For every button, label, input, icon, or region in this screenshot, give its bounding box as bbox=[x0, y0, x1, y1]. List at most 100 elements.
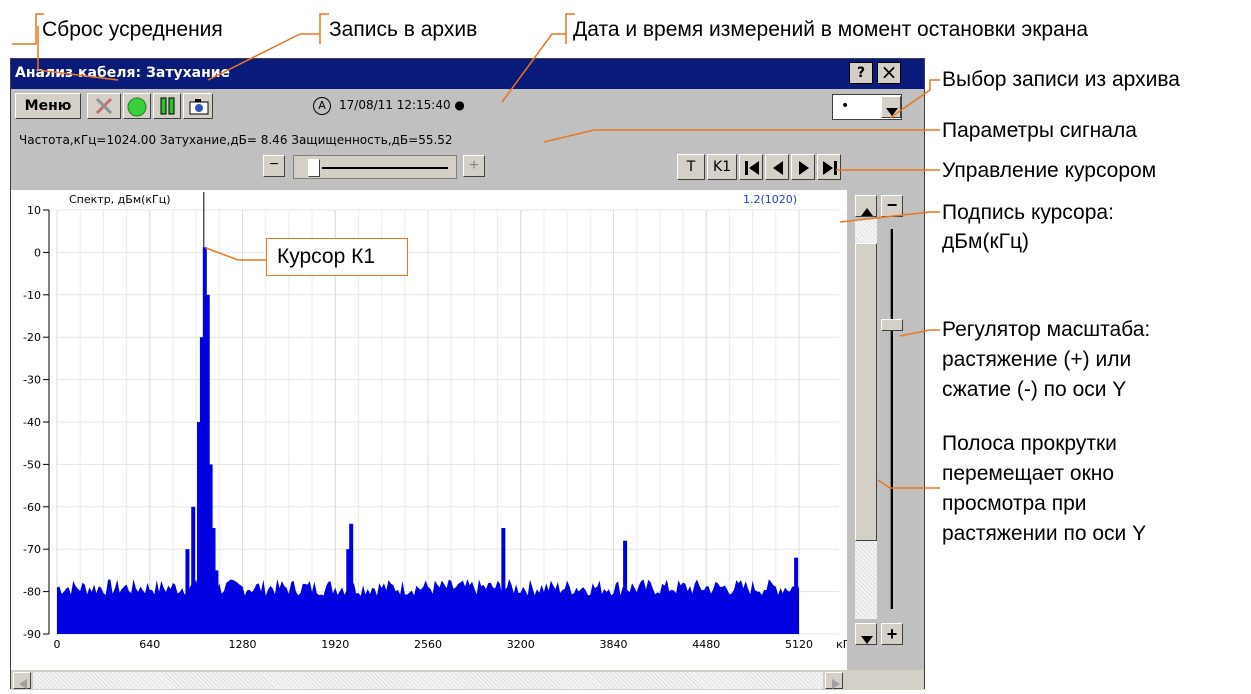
camera-icon bbox=[189, 98, 209, 121]
x-tick-label: 1920 bbox=[321, 638, 349, 651]
scroll-up-button[interactable] bbox=[855, 195, 877, 217]
pause-icon bbox=[159, 97, 177, 120]
vertical-scroll-thumb[interactable] bbox=[855, 243, 877, 541]
y-zoom-slider[interactable] bbox=[881, 219, 903, 619]
menu-button[interactable]: Меню bbox=[15, 93, 81, 119]
mode-indicator: A bbox=[313, 97, 331, 115]
arrow-left-icon bbox=[19, 676, 27, 694]
x-tick-label: 2560 bbox=[414, 638, 442, 651]
x-tick-label: 4480 bbox=[692, 638, 720, 651]
y-tick-label: -40 bbox=[23, 416, 41, 429]
title-bar: Анализ кабеля: Затухание ? × bbox=[11, 59, 924, 89]
horizontal-scrollbar[interactable] bbox=[11, 670, 924, 690]
spectrum-peak-bar bbox=[623, 540, 628, 634]
callout-reset-averaging: Сброс усреднения bbox=[42, 18, 223, 41]
cursor-first-button[interactable] bbox=[739, 154, 763, 180]
callout-cursor-control: Управление курсором bbox=[942, 159, 1157, 182]
chevron-down-icon bbox=[886, 103, 898, 121]
spectrum-peak-bar bbox=[346, 549, 351, 634]
scroll-left-button[interactable] bbox=[13, 672, 31, 689]
cursor-k1-button[interactable]: K1 bbox=[707, 154, 737, 180]
callout-datetime: Дата и время измерений в момент остановк… bbox=[573, 18, 1089, 41]
callout-scroll-4: растяжении по оси Y bbox=[942, 522, 1147, 545]
cursor-value-label: 1.2(1020) bbox=[743, 193, 797, 206]
help-button[interactable]: ? bbox=[849, 62, 873, 84]
skip-end-icon bbox=[823, 161, 837, 180]
spectrum-plot: 10 0 -10 -20 -30 -40 -50 -60 -70 -80 -90 0 640 1280 19… bbox=[11, 190, 857, 670]
callout-scroll-1: Полоса прокрутки bbox=[942, 432, 1117, 455]
k1-callout-box: Курсор К1 bbox=[266, 238, 408, 276]
y-tick-label: -80 bbox=[23, 586, 41, 599]
x-tick-label: 3840 bbox=[600, 638, 628, 651]
x-unit-label: кГц bbox=[836, 638, 847, 651]
cursor-next-button[interactable] bbox=[791, 154, 815, 180]
arrow-right-icon bbox=[799, 161, 809, 180]
x-zoom-out-button[interactable]: − bbox=[263, 155, 285, 177]
y-tick-label: 10 bbox=[27, 204, 41, 217]
cursor-last-button[interactable] bbox=[817, 154, 841, 180]
y-tick-label: -50 bbox=[23, 458, 41, 471]
callout-zoom-1: Регулятор масштаба: bbox=[942, 318, 1151, 341]
cursor-prev-button[interactable] bbox=[765, 154, 789, 180]
x-slider-track bbox=[322, 167, 448, 169]
chart-title: Спектр, дБм(кГц) bbox=[69, 193, 171, 206]
vertical-scrollbar[interactable] bbox=[855, 219, 877, 619]
y-tick-label: -20 bbox=[23, 331, 41, 344]
noise-floor-area bbox=[57, 579, 799, 634]
y-tick-label: -70 bbox=[23, 543, 41, 556]
callout-zoom-2: растяжение (+) или bbox=[942, 348, 1132, 371]
x-tick-label: 5120 bbox=[785, 638, 813, 651]
horizontal-scroll-track[interactable] bbox=[33, 672, 823, 689]
scroll-right-button[interactable] bbox=[825, 672, 843, 689]
callout-zoom-3: сжатие (-) по оси Y bbox=[942, 378, 1127, 401]
x-tick-label: 0 bbox=[54, 638, 61, 651]
callout-archive-save: Запись в архив bbox=[329, 18, 478, 41]
skip-start-icon bbox=[745, 161, 759, 180]
close-button[interactable]: × bbox=[877, 62, 901, 84]
arrow-down-icon bbox=[861, 631, 873, 649]
callout-cursor-label-1: Подпись курсора: bbox=[942, 201, 1114, 224]
arrow-left-icon bbox=[773, 161, 783, 180]
callout-scroll-2: перемещает окно bbox=[942, 462, 1115, 485]
y-tick-label: 0 bbox=[34, 246, 41, 259]
spectrum-peak-bar bbox=[794, 557, 799, 634]
y-zoom-thumb[interactable] bbox=[881, 319, 903, 331]
spectrum-peak-bar bbox=[501, 528, 506, 634]
tools-icon bbox=[94, 97, 114, 120]
archive-dropdown-button[interactable] bbox=[881, 96, 901, 118]
reset-averaging-button[interactable] bbox=[123, 93, 151, 119]
spectrum-peak-bar bbox=[214, 570, 219, 634]
x-slider-thumb[interactable] bbox=[308, 159, 320, 177]
measurement-datetime: 17/08/11 12:15:40 ● bbox=[339, 98, 465, 112]
callout-scroll-3: просмотра при bbox=[942, 492, 1087, 515]
archive-save-button[interactable] bbox=[183, 93, 213, 119]
tools-button[interactable] bbox=[87, 93, 121, 119]
spectrum-peak-bar bbox=[191, 506, 196, 634]
callout-cursor-label-2: дБм(кГц) bbox=[942, 230, 1030, 253]
callout-archive-select: Выбор записи из архива bbox=[942, 68, 1180, 91]
arrow-right-icon bbox=[832, 676, 840, 694]
x-zoom-in-button[interactable]: + bbox=[463, 155, 485, 177]
pause-button[interactable] bbox=[153, 93, 181, 119]
y-tick-label: -30 bbox=[23, 374, 41, 387]
x-tick-label: 3200 bbox=[507, 638, 535, 651]
x-slider[interactable] bbox=[293, 155, 457, 179]
cursor-t-button[interactable]: T bbox=[677, 154, 705, 180]
y-tick-label: -60 bbox=[23, 501, 41, 514]
green-circle-icon bbox=[127, 97, 147, 122]
callout-signal-params: Параметры сигнала bbox=[942, 119, 1137, 142]
signal-params: Частота,кГц=1024.00 Затухание,дБ= 8.46 З… bbox=[19, 133, 453, 147]
x-tick-label: 1280 bbox=[229, 638, 257, 651]
y-zoom-track bbox=[890, 229, 893, 609]
y-zoom-out-button[interactable]: − bbox=[881, 195, 903, 217]
archive-select-value: • bbox=[841, 98, 850, 114]
app-window: Анализ кабеля: Затухание ? × Меню A 17/0… bbox=[10, 58, 925, 690]
window-title: Анализ кабеля: Затухание bbox=[15, 65, 231, 81]
x-tick-label: 640 bbox=[139, 638, 160, 651]
spectrum-peak-bar bbox=[185, 549, 190, 634]
scroll-down-button[interactable] bbox=[855, 623, 877, 645]
callout-cursor-k1: Курсор К1 bbox=[277, 245, 376, 268]
archive-select[interactable]: • bbox=[832, 94, 902, 120]
y-zoom-in-button[interactable]: + bbox=[881, 623, 903, 645]
y-tick-label: -10 bbox=[23, 289, 41, 302]
